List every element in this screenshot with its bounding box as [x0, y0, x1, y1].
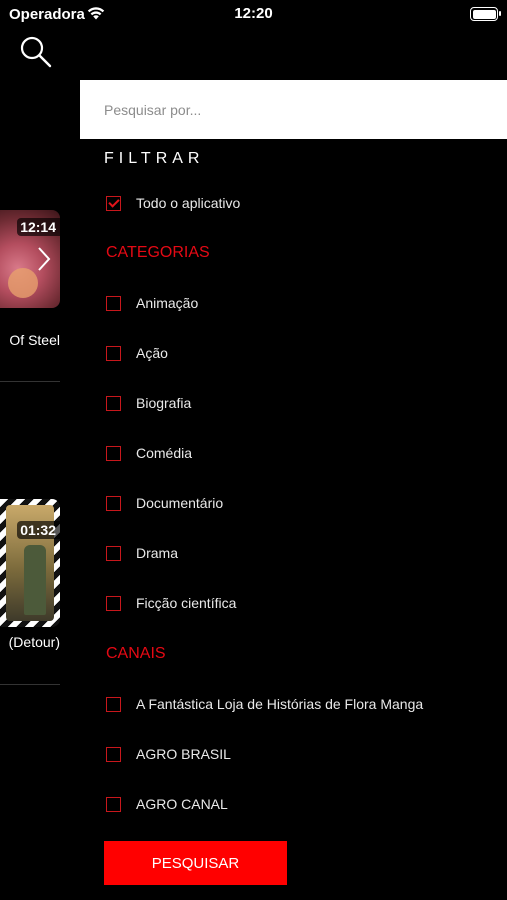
- checkbox-icon[interactable]: [106, 696, 121, 712]
- checkbox-label: Ação: [136, 345, 168, 361]
- duration-badge: 12:14: [17, 218, 60, 236]
- video-thumbnail[interactable]: 12:14: [0, 210, 60, 308]
- search-submit-button[interactable]: PESQUISAR: [104, 841, 287, 885]
- channels-heading: CANAIS: [106, 645, 166, 662]
- duration-badge: 01:32: [17, 521, 60, 539]
- checkbox-label: Ficção científica: [136, 595, 237, 611]
- checkbox-label: AGRO CANAL: [136, 796, 228, 812]
- checkbox-icon[interactable]: [106, 746, 121, 762]
- categories-heading: CATEGORIAS: [106, 244, 210, 261]
- checkbox-icon[interactable]: [106, 395, 121, 411]
- status-bar: Operadora 12:20: [0, 0, 507, 28]
- video-title[interactable]: Of Steel: [0, 332, 60, 348]
- search-input[interactable]: [80, 80, 507, 139]
- checkbox-icon[interactable]: [106, 345, 121, 361]
- checkbox-label: Biografia: [136, 395, 192, 411]
- category-checkbox-biografia[interactable]: Biografia: [106, 393, 191, 413]
- divider: [0, 381, 60, 382]
- checkbox-icon[interactable]: [106, 595, 121, 611]
- search-icon[interactable]: [18, 34, 54, 70]
- category-checkbox-documentario[interactable]: Documentário: [106, 493, 223, 513]
- checkbox-label: Drama: [136, 545, 179, 561]
- video-thumbnail[interactable]: 01:32: [0, 499, 60, 627]
- category-checkbox-ficcao-cientifica[interactable]: Ficção científica: [106, 593, 236, 613]
- channel-checkbox-agro-brasil[interactable]: AGRO BRASIL: [106, 744, 231, 764]
- category-checkbox-drama[interactable]: Drama: [106, 543, 178, 563]
- checkbox-icon[interactable]: [106, 295, 121, 311]
- category-checkbox-animacao[interactable]: Animação: [106, 293, 198, 313]
- checkbox-checked-icon[interactable]: [106, 195, 121, 211]
- checkbox-label: Animação: [136, 295, 199, 311]
- category-checkbox-comedia[interactable]: Comédia: [106, 443, 192, 463]
- checkbox-icon[interactable]: [106, 545, 121, 561]
- checkbox-label: Comédia: [136, 445, 193, 461]
- checkbox-label: Todo o aplicativo: [136, 195, 241, 211]
- checkbox-icon[interactable]: [106, 445, 121, 461]
- checkbox-all-app[interactable]: Todo o aplicativo: [106, 193, 240, 213]
- battery-icon: [470, 7, 501, 21]
- checkbox-label: AGRO BRASIL: [136, 746, 231, 762]
- clock: 12:20: [234, 5, 273, 22]
- video-title[interactable]: (Detour): [0, 634, 60, 650]
- channel-checkbox-flora-manga[interactable]: A Fantástica Loja de Histórias de Flora …: [106, 694, 423, 714]
- channel-checkbox-agro-canal[interactable]: AGRO CANAL: [106, 794, 228, 814]
- filter-drawer: FILTRAR Todo o aplicativo CATEGORIAS Ani…: [80, 80, 507, 900]
- category-checkbox-acao[interactable]: Ação: [106, 343, 168, 363]
- checkbox-label: Documentário: [136, 495, 224, 511]
- checkbox-label: A Fantástica Loja de Histórias de Flora …: [136, 696, 424, 712]
- divider: [0, 684, 60, 685]
- checkbox-icon[interactable]: [106, 796, 121, 812]
- chevron-right-icon: [38, 247, 51, 271]
- checkbox-icon[interactable]: [106, 495, 121, 511]
- filter-heading: FILTRAR: [104, 150, 205, 167]
